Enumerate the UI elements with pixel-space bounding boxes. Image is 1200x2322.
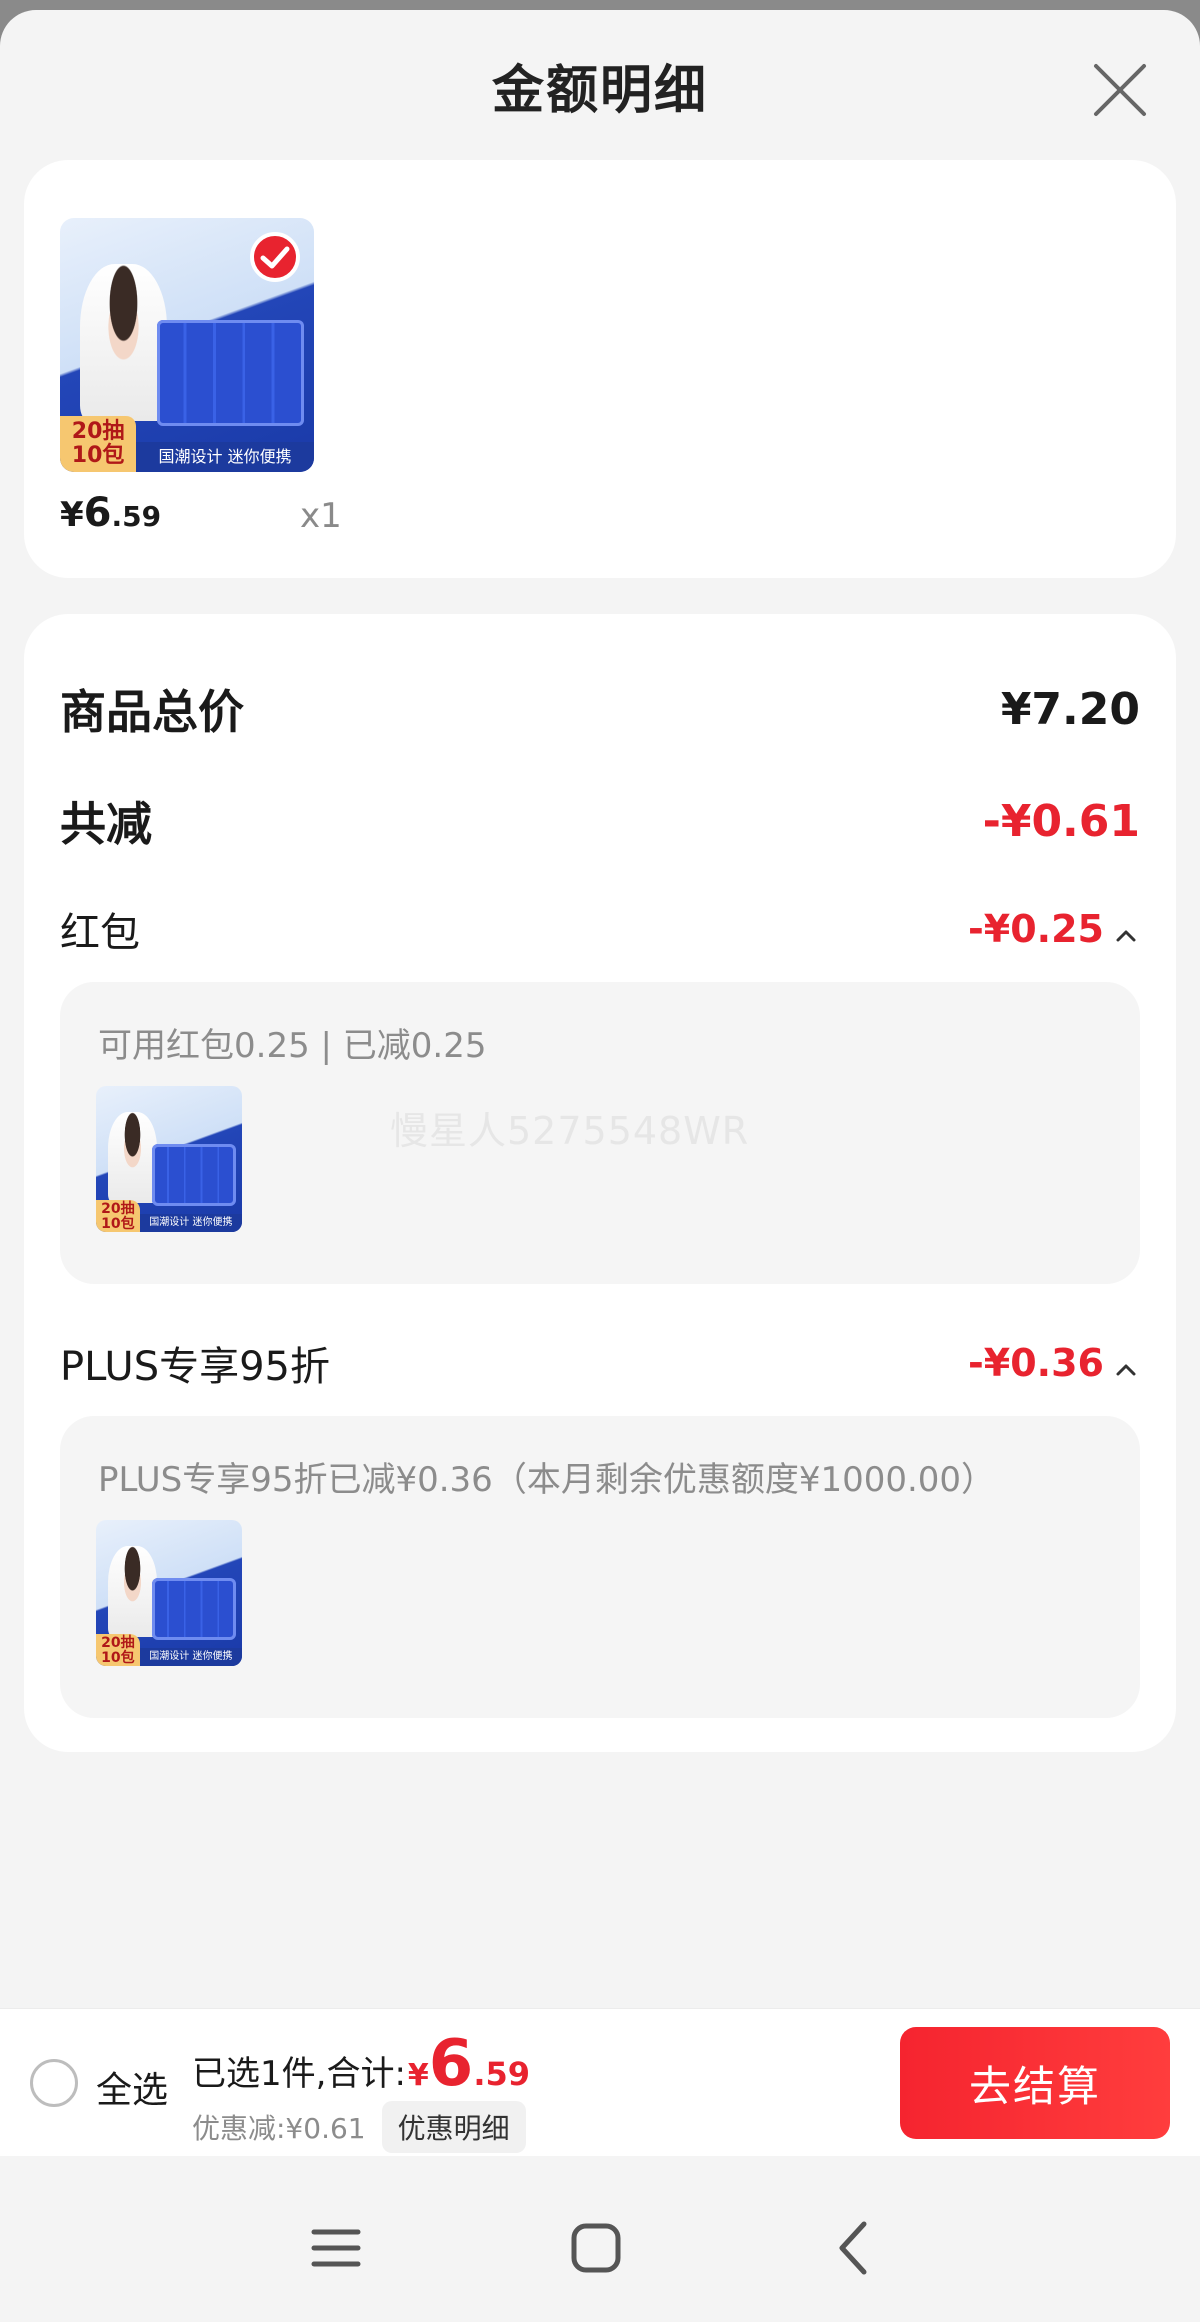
plus-detail-text: PLUS专享95折已减¥0.36（本月剩余优惠额度¥1000.00）: [98, 1460, 996, 1500]
total-price-value: ¥7.20: [1000, 683, 1140, 735]
total-reduction-label: 共减: [60, 797, 152, 851]
checkout-button[interactable]: 去结算: [900, 2027, 1170, 2139]
back-icon: [839, 2221, 867, 2275]
thumb-band: 国潮设计 迷你便携: [139, 1214, 242, 1232]
redpacket-label: 红包: [60, 910, 140, 956]
price-currency: ¥: [60, 495, 84, 535]
back-button[interactable]: [826, 2218, 886, 2278]
discount-summary: 优惠减:¥0.61 优惠明细: [192, 2101, 526, 2153]
price-integer: 6: [83, 490, 112, 536]
redpacket-detail-text: 可用红包0.25 | 已减0.25: [98, 1026, 487, 1066]
plus-value-group: -¥0.36: [968, 1341, 1140, 1385]
redpacket-value: -¥0.25: [968, 907, 1104, 951]
chevron-up-icon[interactable]: [1112, 1349, 1140, 1377]
total-reduction-value: -¥0.61: [982, 795, 1140, 847]
home-icon: [571, 2223, 621, 2273]
sheet-header: 金额明细: [0, 10, 1200, 160]
checkout-bar: 全选 已选1件,合计: ¥ 6 .59 优惠减:¥0.61 优惠明细 去结算: [0, 2008, 1200, 2156]
close-icon: [1094, 64, 1146, 116]
watermark: 慢星人5275548WR: [390, 1109, 750, 1153]
discount-text: 优惠减:¥0.61: [192, 2112, 366, 2145]
thumb-band: 国潮设计 迷你便携: [139, 1648, 242, 1666]
page-title: 金额明细: [491, 60, 708, 121]
total-summary: 已选1件,合计: ¥ 6 .59: [192, 2027, 530, 2101]
plus-detail-box: PLUS专享95折已减¥0.36（本月剩余优惠额度¥1000.00） 20抽 10…: [60, 1416, 1140, 1718]
thumb-badge: 20抽 10包: [96, 1633, 140, 1666]
total-reduction-row: 共减 -¥0.61: [60, 788, 1140, 854]
total-price-row: 商品总价 ¥7.20: [60, 676, 1140, 742]
select-all-radio[interactable]: [30, 2059, 78, 2107]
total-price-label: 商品总价: [60, 685, 244, 739]
thumb-packs: [151, 1144, 237, 1206]
product-image-badge: 20抽 10包: [60, 416, 137, 472]
redpacket-value-group: -¥0.25: [968, 907, 1140, 951]
total-currency: ¥: [407, 2058, 429, 2093]
thumb-model: [107, 1112, 158, 1203]
close-button[interactable]: [1088, 58, 1152, 122]
product-image[interactable]: 20抽 10包 国潮设计 迷你便携: [60, 218, 314, 472]
menu-button[interactable]: [306, 2218, 366, 2278]
product-price: ¥6.59: [60, 490, 161, 536]
discount-detail-button[interactable]: 优惠明细: [381, 2101, 526, 2153]
product-image-band: 国潮设计 迷你便携: [136, 441, 314, 472]
select-all-label[interactable]: 全选: [96, 2061, 168, 2113]
plus-product-thumb: 20抽 10包 国潮设计 迷你便携: [96, 1520, 242, 1666]
selected-check-icon[interactable]: [250, 232, 300, 282]
redpacket-product-thumb: 20抽 10包 国潮设计 迷你便携: [96, 1086, 242, 1232]
plus-discount-row[interactable]: PLUS专享95折 -¥0.36: [60, 1334, 1140, 1392]
home-button[interactable]: [566, 2218, 626, 2278]
plus-discount-value: -¥0.36: [968, 1341, 1104, 1385]
total-decimal: .59: [473, 2055, 530, 2093]
total-integer: 6: [428, 2027, 474, 2101]
thumb-packs: [151, 1578, 237, 1640]
redpacket-row[interactable]: 红包 -¥0.25: [60, 900, 1140, 958]
checkmark-icon: [260, 246, 290, 269]
thumb-model: [107, 1546, 158, 1637]
selected-count-text: 已选1件,合计:: [192, 2054, 406, 2094]
system-nav-bar: [0, 2156, 1200, 2322]
product-quantity: x1: [300, 496, 342, 536]
price-summary-card: 商品总价 ¥7.20 共减 -¥0.61 红包 -¥0.25 可用红包0.25 …: [24, 614, 1176, 1752]
chevron-up-icon[interactable]: [1112, 915, 1140, 943]
thumb-badge: 20抽 10包: [96, 1199, 140, 1232]
plus-discount-label: PLUS专享95折: [60, 1344, 330, 1390]
amount-detail-sheet: 金额明细 20抽 10包 国潮设计 迷你便携 ¥6.59 x1 商品总价 ¥7.…: [0, 10, 1200, 2322]
price-decimal: .59: [111, 500, 162, 533]
product-image-packs: [156, 319, 304, 427]
product-image-model: [80, 263, 167, 422]
menu-icon: [311, 2229, 361, 2267]
product-card: 20抽 10包 国潮设计 迷你便携 ¥6.59 x1: [24, 160, 1176, 578]
